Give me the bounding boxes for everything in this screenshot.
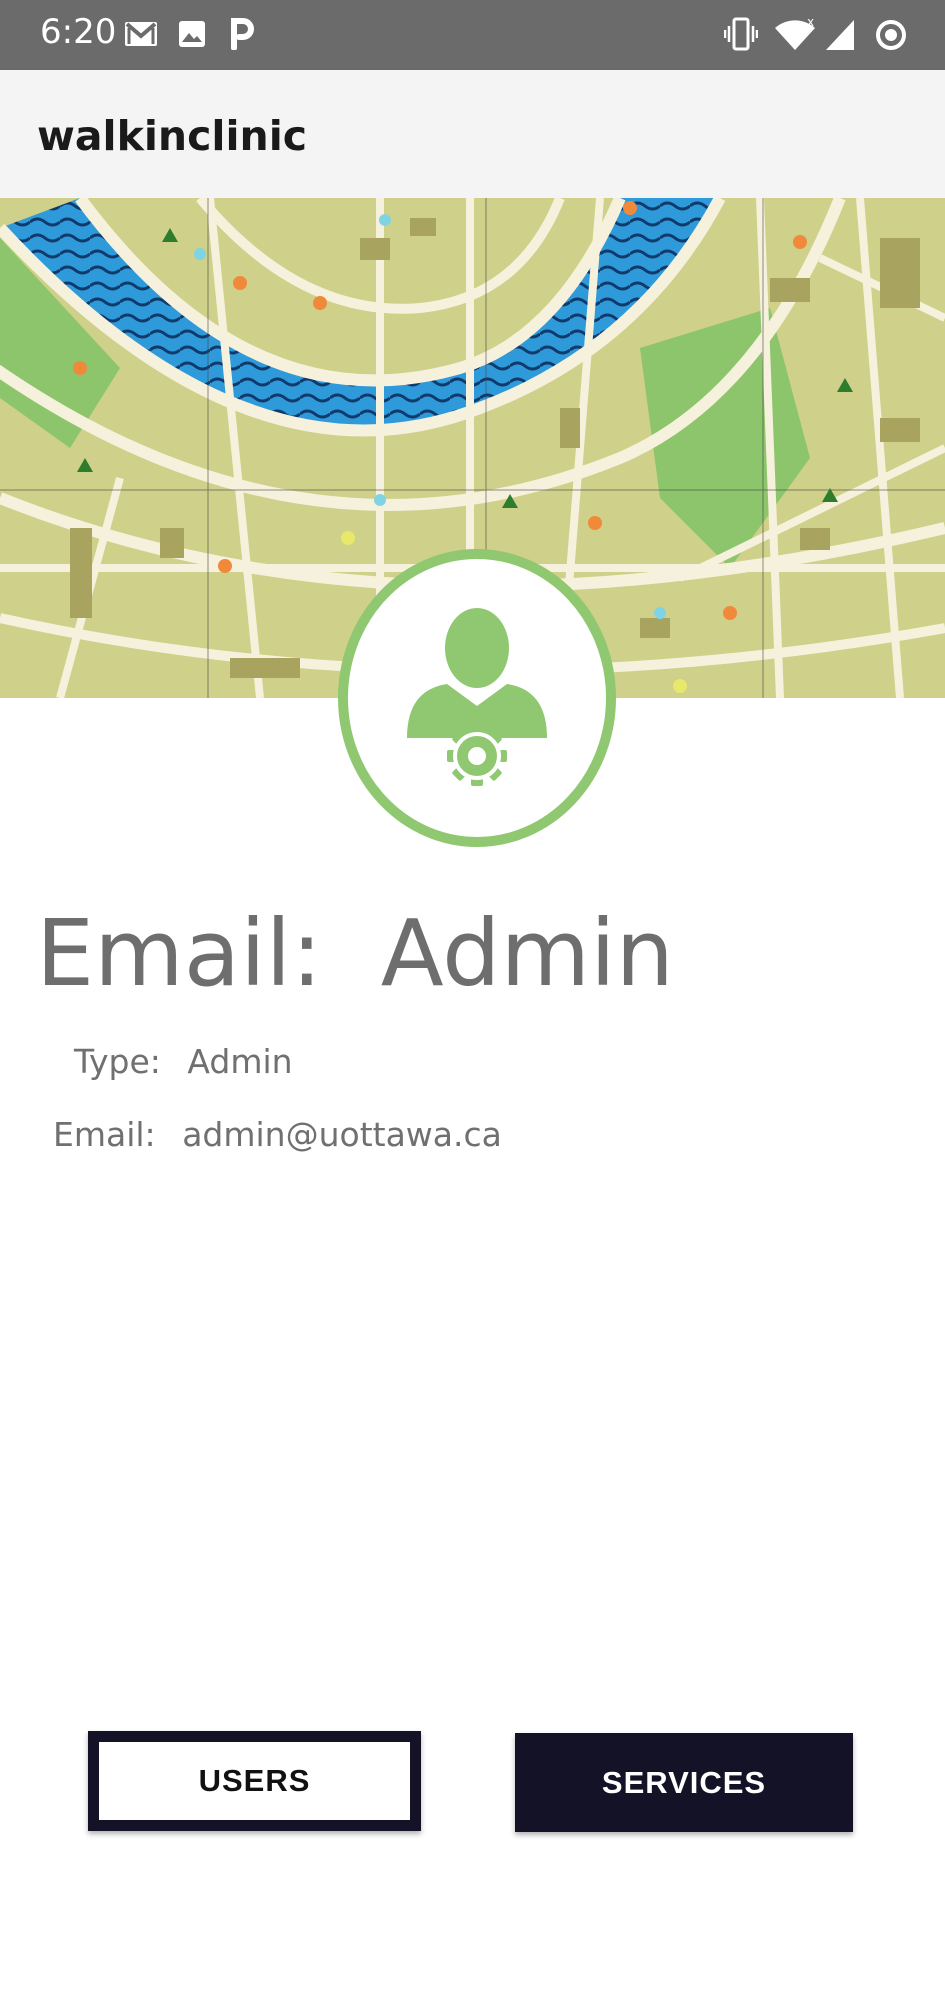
vibrate-icon [724, 17, 758, 51]
status-bar: 6:20 x [0, 0, 945, 70]
email-label: Email: [53, 1115, 156, 1154]
email-row: Email: admin@uottawa.ca [53, 1115, 502, 1154]
signal-icon [826, 20, 854, 50]
type-label: Type: [74, 1042, 161, 1081]
parking-app-icon [231, 18, 254, 50]
email-value: admin@uottawa.ca [182, 1115, 502, 1154]
type-value: Admin [187, 1042, 293, 1081]
avatar [335, 548, 619, 848]
status-time: 6:20 [40, 12, 117, 52]
services-button[interactable]: SERVICES [515, 1733, 853, 1832]
app-title: walkinclinic [37, 112, 308, 160]
heading-label: Email: [36, 900, 323, 1007]
profile-heading: Email: Admin [36, 900, 674, 1007]
admin-user-gear-icon [338, 549, 616, 847]
svg-text:x: x [807, 16, 814, 29]
photo-icon [179, 21, 205, 47]
wifi-icon: x [775, 16, 815, 50]
users-button[interactable]: USERS [88, 1731, 421, 1831]
gmail-icon [125, 22, 157, 46]
type-row: Type: Admin [74, 1042, 293, 1081]
app-bar: walkinclinic [0, 70, 945, 198]
sync-icon [876, 20, 906, 50]
heading-value: Admin [380, 900, 674, 1007]
